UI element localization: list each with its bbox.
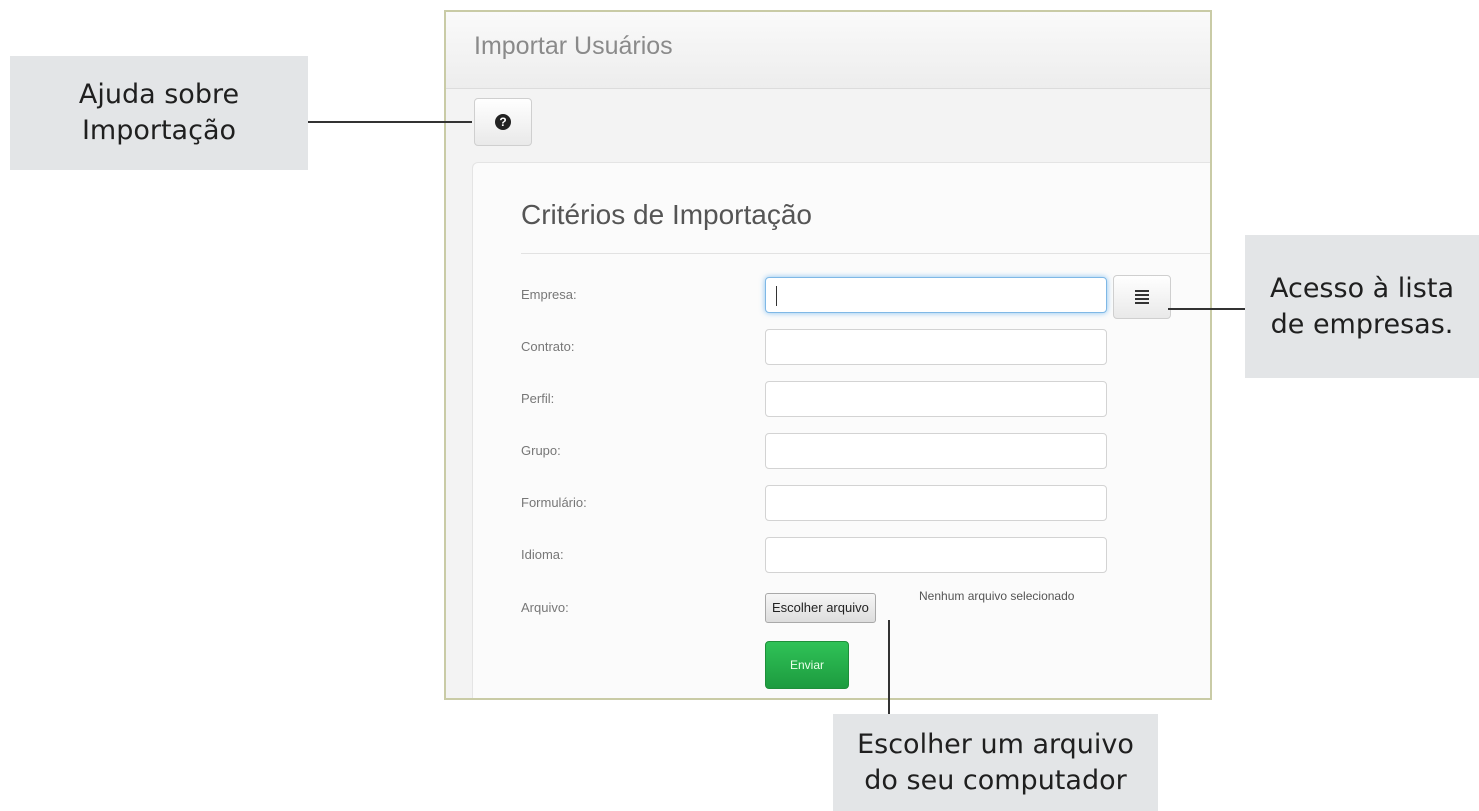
company-input[interactable]: [765, 277, 1107, 313]
form-label: Formulário:: [521, 495, 587, 510]
section-divider: [521, 253, 1210, 254]
text-caret: [776, 286, 777, 306]
company-label: Empresa:: [521, 287, 577, 302]
file-status-text: Nenhum arquivo selecionado: [919, 589, 1075, 603]
profile-input[interactable]: [765, 381, 1107, 417]
language-label: Idioma:: [521, 547, 564, 562]
contract-input[interactable]: [765, 329, 1107, 365]
profile-label: Perfil:: [521, 391, 555, 406]
section-title: Critérios de Importação: [521, 199, 813, 230]
company-list-button[interactable]: [1113, 275, 1171, 319]
page-title: Importar Usuários: [474, 32, 673, 60]
help-callout-line2: Importação: [81, 115, 237, 146]
contract-label: Contrato:: [521, 339, 575, 354]
company-list-callout: Acesso à lista de empresas.: [1245, 235, 1479, 378]
list-icon: [1135, 290, 1149, 304]
choose-file-button[interactable]: Escolher arquivo: [765, 593, 876, 623]
company-list-callout-line2: de empresas.: [1270, 308, 1454, 340]
window-header: Importar Usuários: [446, 12, 1210, 89]
import-criteria-panel: Critérios de Importação Empresa: Contrat…: [472, 162, 1210, 698]
file-callout-line1: Escolher um arquivo: [857, 728, 1134, 760]
company-list-connector-line: [1168, 308, 1245, 310]
import-users-window: Importar Usuários ? Critérios de Importa…: [444, 10, 1212, 700]
language-input[interactable]: [765, 537, 1107, 573]
file-callout-line2: do seu computador: [864, 764, 1127, 796]
group-input[interactable]: [765, 433, 1107, 469]
help-callout-line1: Ajuda sobre: [78, 79, 240, 110]
file-label: Arquivo:: [521, 600, 569, 615]
help-connector-line: [308, 121, 472, 123]
form-input[interactable]: [765, 485, 1107, 521]
help-button[interactable]: ?: [474, 98, 532, 146]
file-connector-line: [888, 620, 890, 714]
help-callout: Ajuda sobre Importação: [10, 56, 308, 170]
company-list-callout-line1: Acesso à lista: [1269, 272, 1455, 304]
question-circle-icon: ?: [495, 114, 511, 130]
group-label: Grupo:: [521, 443, 561, 458]
submit-button[interactable]: Enviar: [765, 641, 849, 689]
file-callout: Escolher um arquivo do seu computador: [833, 714, 1158, 811]
